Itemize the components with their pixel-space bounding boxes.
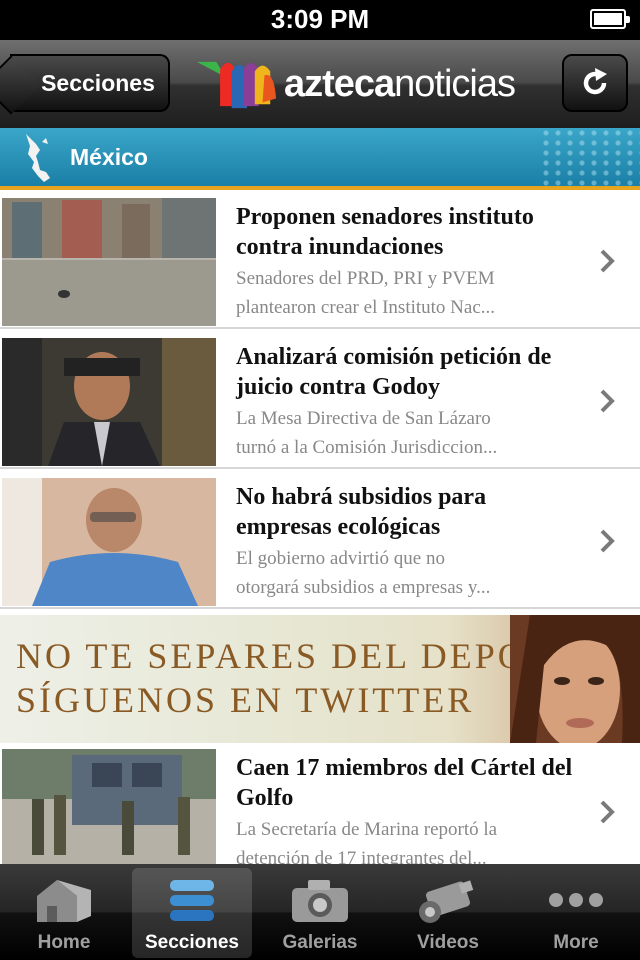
news-thumbnail-flood xyxy=(2,198,216,326)
back-button-label: Secciones xyxy=(41,69,155,96)
section-title: México xyxy=(70,144,148,170)
ad-model-photo xyxy=(510,615,640,743)
chevron-right-icon xyxy=(600,389,615,412)
battery-icon xyxy=(590,9,630,29)
section-header: México xyxy=(0,128,640,190)
refresh-button[interactable] xyxy=(562,54,628,112)
tab-label: Home xyxy=(37,932,91,953)
news-summary: El gobierno advirtió que no otorgará subs… xyxy=(236,548,491,598)
ad-line-2: SÍGUENOS EN TWITTER xyxy=(16,680,475,720)
tab-label: More xyxy=(553,932,599,953)
tab-label: Galerias xyxy=(282,932,358,953)
video-camera-icon xyxy=(419,880,474,923)
logo-text: aztecanoticias xyxy=(283,62,516,105)
news-item-2[interactable]: Analizará comisión petición de juicio co… xyxy=(0,334,640,469)
news-headline: No habrá subsidios para empresas ecológi… xyxy=(236,484,487,540)
news-headline: Analizará comisión petición de juicio co… xyxy=(236,344,552,400)
mexico-map-icon xyxy=(26,134,50,182)
news-item-1[interactable]: Proponen senadores instituto contra inun… xyxy=(0,194,640,329)
chevron-right-icon xyxy=(600,800,615,824)
news-headline: Proponen senadores instituto contra inun… xyxy=(236,204,534,260)
news-summary: Senadores del PRD, PRI y PVEM plantearon … xyxy=(236,268,496,318)
tab-label: Videos xyxy=(417,932,479,953)
status-bar: 3:09 PM xyxy=(0,0,640,40)
tab-secciones[interactable]: Secciones xyxy=(132,868,252,958)
decorative-dots xyxy=(540,128,640,186)
azteca-logo-icon xyxy=(196,61,277,109)
tab-label: Secciones xyxy=(145,932,239,953)
tab-videos[interactable]: Videos xyxy=(388,868,508,958)
tab-more[interactable]: More xyxy=(516,868,636,958)
tab-home[interactable]: Home xyxy=(4,868,124,958)
tab-galerias[interactable]: Galerias xyxy=(260,868,380,958)
chevron-right-icon xyxy=(600,249,615,272)
news-thumbnail-man xyxy=(2,338,216,466)
house-icon xyxy=(37,880,91,922)
news-item-3[interactable]: No habrá subsidios para empresas ecológi… xyxy=(0,474,640,609)
news-headline: Caen 17 miembros del Cártel del Golfo xyxy=(236,755,573,811)
news-thumbnail-soldiers xyxy=(2,749,216,865)
status-time: 3:09 PM xyxy=(270,4,370,34)
tab-bar: Home Secciones Galerias Videos More xyxy=(0,864,640,960)
refresh-icon xyxy=(583,68,607,95)
camera-icon xyxy=(292,880,348,922)
app-logo: aztecanoticias xyxy=(195,52,516,116)
navigation-bar: Secciones aztecanoticias xyxy=(0,40,640,128)
news-item-4[interactable]: Caen 17 miembros del Cártel del Golfo La… xyxy=(0,745,640,869)
back-button[interactable]: Secciones xyxy=(10,54,170,112)
news-thumbnail-official xyxy=(2,478,216,606)
list-icon xyxy=(170,880,214,921)
chevron-right-icon xyxy=(600,529,615,552)
twitter-ad-banner[interactable]: NO TE SEPARES DEL DEPORTE SÍGUENOS EN TW… xyxy=(0,615,640,743)
news-summary: La Mesa Directiva de San Lázaro turnó a l… xyxy=(236,408,498,458)
more-dots-icon xyxy=(549,893,603,907)
